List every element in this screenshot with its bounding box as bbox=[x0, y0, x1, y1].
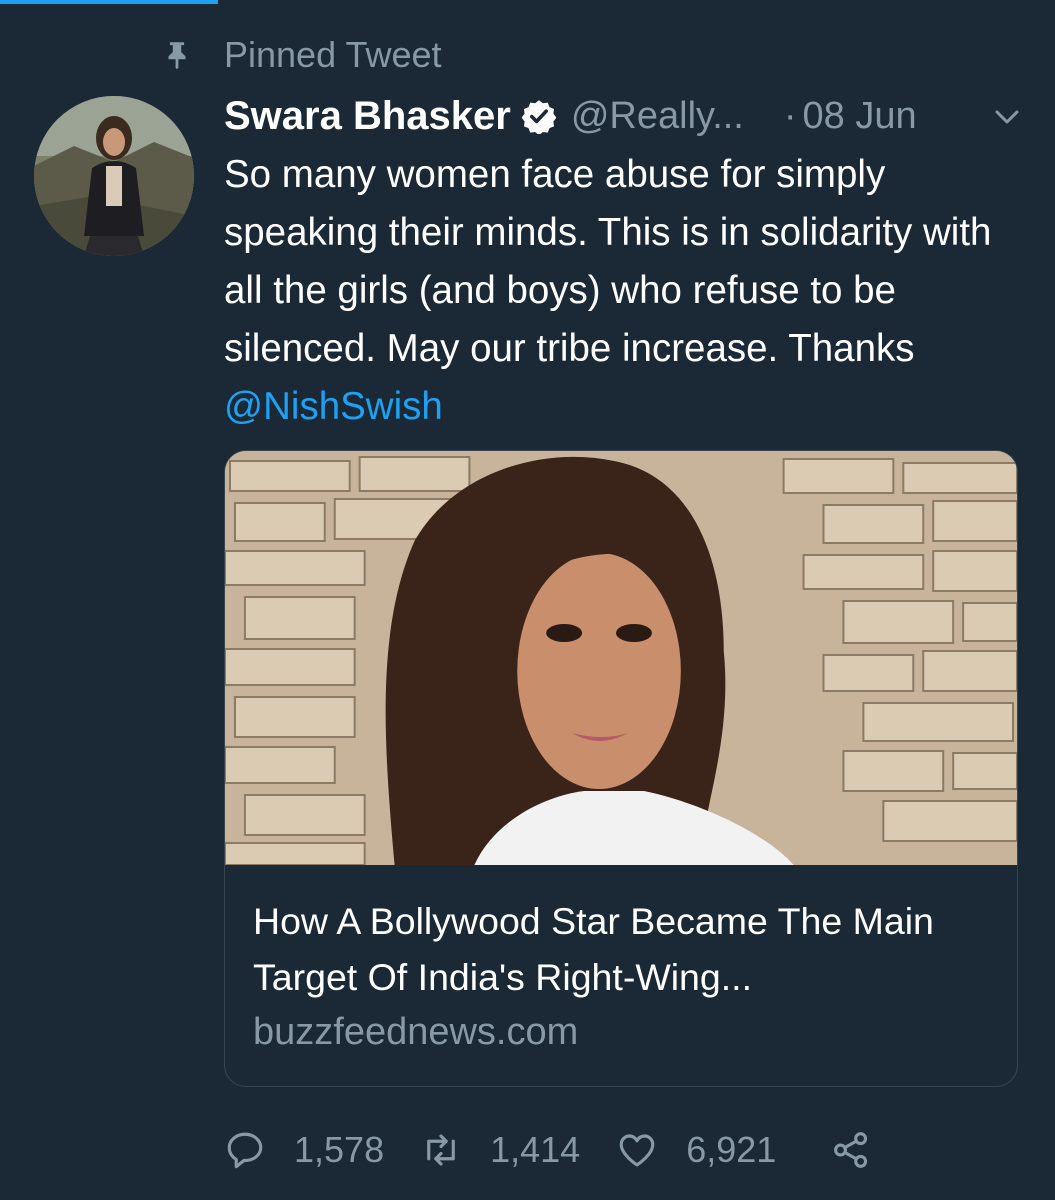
mention-link[interactable]: @NishSwish bbox=[224, 385, 443, 428]
card-domain: buzzfeednews.com bbox=[253, 1011, 579, 1053]
pin-icon bbox=[168, 42, 186, 70]
card-title: How A Bollywood Star Became The Main Tar… bbox=[253, 900, 934, 998]
reply-button[interactable]: 1,578 bbox=[224, 1129, 384, 1171]
tweet-actions: 1,578 1,414 6,921 bbox=[224, 1120, 872, 1180]
share-icon[interactable] bbox=[830, 1129, 872, 1171]
tweet-body: So many women face abuse for simply spea… bbox=[224, 146, 1034, 436]
author-display-name[interactable]: Swara Bhasker bbox=[224, 94, 511, 139]
avatar[interactable] bbox=[34, 96, 194, 256]
retweet-count: 1,414 bbox=[490, 1129, 581, 1170]
tweet-text: So many women face abuse for simply spea… bbox=[224, 153, 992, 370]
link-card[interactable]: How A Bollywood Star Became The Main Tar… bbox=[224, 450, 1018, 1087]
like-button[interactable]: 6,921 bbox=[616, 1129, 776, 1171]
like-count: 6,921 bbox=[686, 1129, 777, 1170]
verified-badge-icon bbox=[521, 100, 557, 134]
date-separator: · bbox=[783, 94, 797, 137]
active-tab-indicator bbox=[0, 0, 218, 4]
tweet-date[interactable]: 08 Jun bbox=[803, 95, 917, 138]
retweet-icon bbox=[427, 1134, 455, 1166]
card-image bbox=[225, 451, 1017, 866]
card-body: How A Bollywood Star Became The Main Tar… bbox=[253, 893, 993, 1054]
retweet-button[interactable]: 1,414 bbox=[420, 1129, 580, 1171]
heart-icon bbox=[619, 1134, 655, 1167]
author-handle[interactable]: @Really... bbox=[571, 95, 744, 138]
pinned-tweet-label-row: Pinned Tweet bbox=[160, 30, 442, 80]
tweet-header: Swara Bhasker @Really... · 08 Jun bbox=[224, 88, 1024, 144]
reply-icon bbox=[227, 1132, 263, 1169]
pinned-tweet-label: Pinned Tweet bbox=[224, 34, 442, 75]
reply-count: 1,578 bbox=[294, 1129, 385, 1170]
chevron-down-icon[interactable] bbox=[990, 102, 1024, 132]
avatar-photo bbox=[34, 96, 194, 256]
